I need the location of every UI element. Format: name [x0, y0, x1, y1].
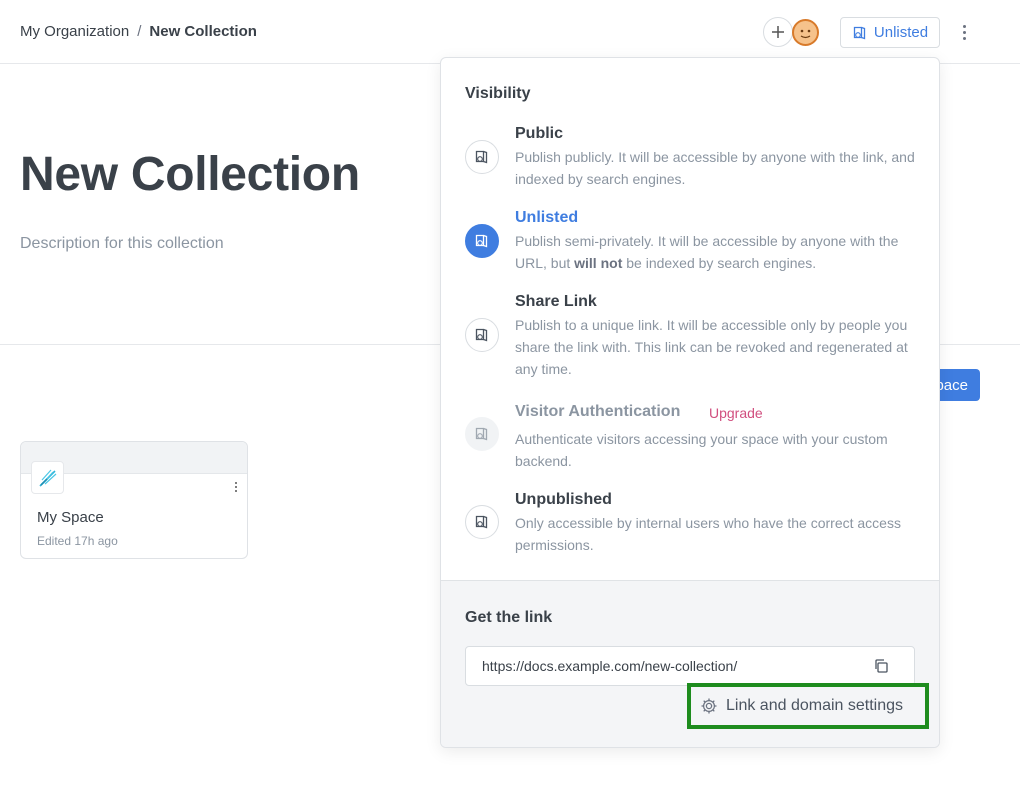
settings-link-label: Link and domain settings — [726, 697, 903, 714]
option-title: Public — [515, 125, 564, 142]
visibility-popover: Visibility Public Publish publicly. It w… — [440, 57, 940, 748]
space-name: My Space — [37, 509, 104, 526]
breadcrumb-organization[interactable]: My Organization — [20, 23, 129, 40]
option-description: Publish publicly. It will be accessible … — [515, 149, 915, 187]
get-link-heading: Get the link — [465, 609, 553, 626]
gear-icon — [701, 698, 717, 714]
space-edited-time: Edited 17h ago — [37, 534, 118, 548]
link-url-field[interactable] — [465, 646, 915, 686]
add-button[interactable] — [763, 17, 793, 47]
breadcrumb-separator: / — [137, 23, 142, 40]
visibility-option-unpublished[interactable]: Unpublished Only accessible by internal … — [465, 491, 925, 561]
new-space-button-label: pace — [935, 376, 968, 394]
book-globe-icon — [465, 318, 499, 352]
face-icon — [800, 29, 811, 39]
option-description: Publish semi-privately. It will be acces… — [515, 233, 899, 271]
option-title: Share Link — [515, 293, 597, 310]
option-title: Visitor Authentication — [515, 403, 681, 420]
option-title: Unlisted — [515, 209, 579, 226]
visibility-button-label: Unlisted — [873, 24, 929, 41]
visibility-heading: Visibility — [465, 85, 531, 102]
breadcrumb-current: New Collection — [149, 23, 257, 40]
visibility-option-visitor-authentication: Visitor Authentication Upgrade Authentic… — [465, 403, 925, 473]
book-globe-icon — [465, 505, 499, 539]
option-description: Authenticate visitors accessing your spa… — [515, 431, 888, 469]
option-description: Publish to a unique link. It will be acc… — [515, 317, 908, 377]
kebab-menu-icon[interactable] — [955, 22, 973, 42]
visibility-button[interactable]: Unlisted — [840, 17, 940, 48]
feather-logo-icon — [38, 469, 56, 487]
visibility-option-share-link[interactable]: Share Link Publish to a unique link. It … — [465, 293, 925, 385]
book-globe-icon — [465, 417, 499, 451]
plus-icon — [772, 26, 784, 38]
get-link-section: Get the link Link and domain settings — [441, 580, 939, 747]
visibility-option-public[interactable]: Public Publish publicly. It will be acce… — [465, 125, 925, 195]
copy-icon[interactable] — [871, 656, 891, 676]
space-logo — [31, 461, 64, 494]
option-title: Unpublished — [515, 491, 612, 508]
top-bar: My Organization / New Collection Unliste… — [0, 0, 1020, 64]
book-globe-icon — [465, 224, 499, 258]
page-title[interactable]: New Collection — [20, 147, 360, 202]
book-globe-icon — [465, 140, 499, 174]
space-card-menu-icon[interactable] — [231, 480, 241, 494]
book-globe-icon — [853, 26, 866, 39]
space-card[interactable]: My Space Edited 17h ago — [20, 441, 248, 559]
breadcrumb: My Organization / New Collection — [20, 23, 257, 40]
option-description: Only accessible by internal users who ha… — [515, 515, 901, 553]
upgrade-link[interactable]: Upgrade — [709, 405, 763, 421]
visibility-option-unlisted[interactable]: Unlisted Publish semi-privately. It will… — [465, 209, 925, 279]
page-description[interactable]: Description for this collection — [20, 235, 224, 253]
user-avatar[interactable] — [792, 19, 819, 46]
link-and-domain-settings-button[interactable]: Link and domain settings — [687, 683, 929, 729]
